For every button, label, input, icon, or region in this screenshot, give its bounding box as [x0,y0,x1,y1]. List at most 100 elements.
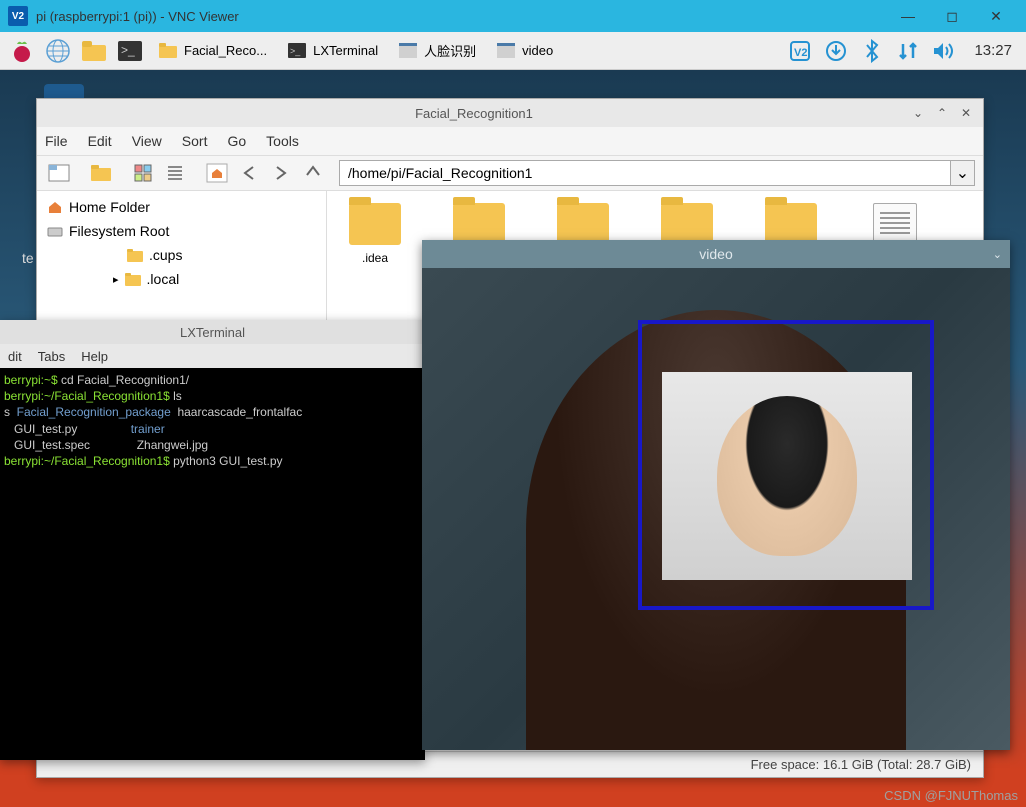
folder-small-icon [127,249,143,262]
term-text: python3 GUI_test.py [173,454,282,468]
file-label: .idea [362,251,388,265]
menu-help[interactable]: Help [81,349,108,364]
watermark: CSDN @FJNUThomas [884,788,1018,803]
vnc-server-icon[interactable]: V2 [786,37,814,65]
menu-tools[interactable]: Tools [266,133,299,149]
term-text: GUI_test.py [4,422,131,436]
expand-arrow-icon[interactable]: ▸ [113,273,119,286]
task-label: video [522,43,553,58]
up-icon[interactable] [299,159,327,187]
sidebar-filesystem[interactable]: Filesystem Root [37,219,326,243]
task-face-recognition[interactable]: 人脸识别 [390,36,484,66]
sidebar-label: Filesystem Root [69,223,169,239]
svg-text:>_: >_ [121,43,135,57]
menu-tabs[interactable]: Tabs [38,349,65,364]
video-title: video [699,246,732,262]
forward-icon[interactable] [267,159,295,187]
file-manager-icon[interactable] [78,35,110,67]
filemgr-toolbar: /home/pi/Facial_Recognition1 ⌄ [37,155,983,191]
filemgr-titlebar[interactable]: Facial_Recognition1 ⌄ ⌃ ✕ [37,99,983,127]
menu-go[interactable]: Go [227,133,246,149]
term-text: s [4,405,17,419]
folder-icon [453,203,505,245]
file-idea[interactable]: .idea [339,203,411,265]
close-button[interactable]: ✕ [974,2,1018,30]
sidebar-label: .local [147,271,180,287]
video-titlebar[interactable]: video ⌄ [422,240,1010,268]
term-text: ls [173,389,182,403]
sidebar-label: .cups [149,247,182,263]
desktop: te Facial_Recognition1 ⌄ ⌃ ✕ File Edit V… [0,70,1026,807]
path-dropdown[interactable]: ⌄ [951,160,975,186]
clock[interactable]: 13:27 [974,42,1012,59]
network-icon[interactable] [894,37,922,65]
desktop-text: te [22,250,34,266]
path-input[interactable]: /home/pi/Facial_Recognition1 [339,160,951,186]
icon-view-icon[interactable] [129,159,157,187]
filemgr-menubar: File Edit View Sort Go Tools [37,127,983,155]
video-content [422,268,1010,750]
filemgr-max-button[interactable]: ⌃ [933,104,951,122]
home-icon[interactable] [203,159,231,187]
minimize-button[interactable]: — [886,2,930,30]
web-browser-icon[interactable] [42,35,74,67]
maximize-button[interactable]: ◻ [930,2,974,30]
vnc-logo: V2 [8,6,28,26]
term-text: Facial_Recognition_package [17,405,171,419]
folder-icon [557,203,609,245]
terminal-menubar: dit Tabs Help [0,344,425,368]
svg-text:V2: V2 [794,47,807,59]
term-text: GUI_test.spec Zhangwei.jpg [4,438,208,452]
term-text: berrypi:~$ [4,373,61,387]
sidebar-home[interactable]: Home Folder [37,195,326,219]
volume-icon[interactable] [930,37,958,65]
term-text: cd Facial_Recognition1/ [61,373,189,387]
menu-edit[interactable]: dit [8,349,22,364]
terminal-content[interactable]: berrypi:~$ cd Facial_Recognition1/ berry… [0,368,425,473]
folder-small-icon [125,273,141,286]
download-icon[interactable] [822,37,850,65]
vnc-titlebar: V2 pi (raspberrypi:1 (pi)) - VNC Viewer … [0,0,1026,32]
bluetooth-icon[interactable] [858,37,886,65]
filemgr-title: Facial_Recognition1 [45,106,903,121]
task-file-manager[interactable]: Facial_Reco... [150,36,275,66]
vnc-title: pi (raspberrypi:1 (pi)) - VNC Viewer [36,9,886,24]
sidebar-label: Home Folder [69,199,150,215]
filemgr-min-button[interactable]: ⌄ [909,104,927,122]
task-label: 人脸识别 [424,41,476,60]
term-text: berrypi:~/Facial_Recognition1$ [4,389,173,403]
chevron-down-icon[interactable]: ⌄ [993,248,1002,261]
disk-icon [47,224,63,238]
terminal-titlebar[interactable]: LXTerminal [0,320,425,344]
face-image [717,396,857,556]
home-small-icon [47,200,63,214]
terminal-window: LXTerminal dit Tabs Help berrypi:~$ cd F… [0,320,425,760]
task-label: LXTerminal [313,43,378,58]
list-view-icon[interactable] [161,159,189,187]
terminal-icon[interactable]: >_ [114,35,146,67]
raspberry-menu-icon[interactable] [6,35,38,67]
menu-edit[interactable]: Edit [88,133,112,149]
task-label: Facial_Reco... [184,43,267,58]
sidebar-local[interactable]: ▸ .local [37,267,326,291]
folder-icon [349,203,401,245]
back-icon[interactable] [235,159,263,187]
term-text: berrypi:~/Facial_Recognition1$ [4,454,173,468]
face-overlay-image [662,372,912,580]
menu-file[interactable]: File [45,133,68,149]
task-video[interactable]: video [488,36,561,66]
term-text: haarcascade_frontalfac [171,405,302,419]
folder-icon [765,203,817,245]
video-window: video ⌄ [422,240,1010,750]
filemgr-close-button[interactable]: ✕ [957,104,975,122]
new-tab-icon[interactable] [45,159,73,187]
taskbar: >_ Facial_Reco... >_ LXTerminal 人脸识别 vid… [0,32,1026,70]
svg-text:>_: >_ [290,46,301,56]
folder-icon [661,203,713,245]
term-text: trainer [131,422,165,436]
folder-icon[interactable] [87,159,115,187]
menu-sort[interactable]: Sort [182,133,208,149]
menu-view[interactable]: View [132,133,162,149]
task-terminal[interactable]: >_ LXTerminal [279,36,386,66]
sidebar-cups[interactable]: .cups [37,243,326,267]
